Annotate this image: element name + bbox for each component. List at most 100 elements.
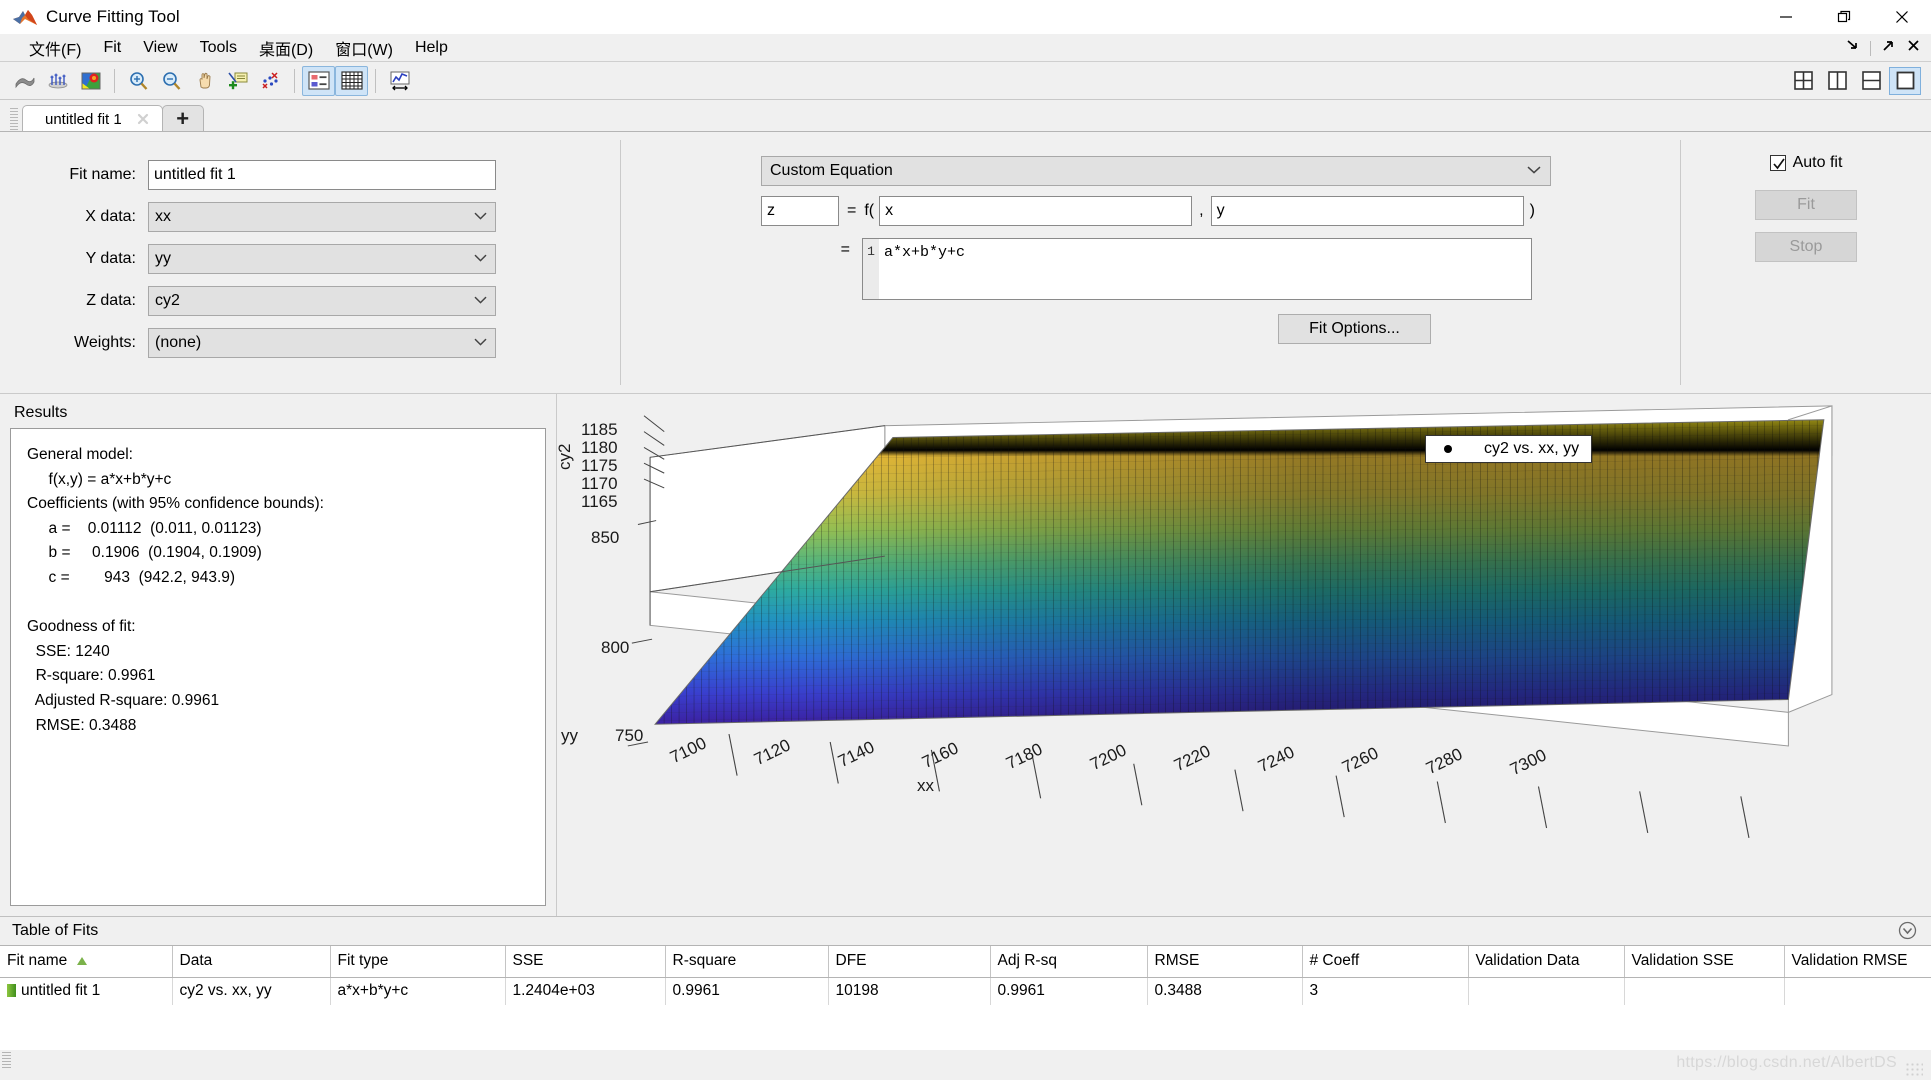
residuals-plot-icon[interactable] (41, 66, 74, 96)
data-cursor-icon[interactable] (221, 66, 254, 96)
z-data-select[interactable]: cy2 (148, 286, 496, 316)
col-data[interactable]: Data (172, 946, 331, 978)
contour-plot-icon[interactable] (74, 66, 107, 96)
x-data-value: xx (155, 208, 171, 225)
cell-rmse: 0.3488 (1147, 977, 1303, 1005)
plot-legend[interactable]: cy2 vs. xx, yy (1425, 435, 1593, 463)
restore-button[interactable] (1815, 0, 1873, 34)
menu-view-label: View (143, 38, 178, 56)
stop-button[interactable]: Stop (1755, 232, 1857, 262)
menu-help[interactable]: Help (404, 37, 459, 59)
equation-line-number: 1 (863, 239, 879, 299)
table-of-fits-table-wrap[interactable]: Fit name Data Fit type SSE R-square DFE … (0, 945, 1931, 1050)
table-row[interactable]: untitled fit 1 cy2 vs. xx, yy a*x+b*y+c … (0, 977, 1931, 1005)
chevron-down-icon (474, 249, 487, 267)
add-fit-tab-button[interactable]: + (161, 105, 204, 132)
weights-label: Weights: (74, 334, 136, 351)
plot-canvas[interactable]: cy2 1185 1180 1175 1170 1165 yy 850 800 … (555, 398, 1925, 912)
equation-x-input[interactable]: x (879, 196, 1193, 226)
auto-fit-row[interactable]: Auto fit (1769, 154, 1843, 172)
grid-icon[interactable] (335, 65, 368, 96)
resize-grip-icon[interactable] (1905, 1062, 1923, 1078)
y-tick-800: 800 (601, 638, 630, 657)
surface-plot-panel[interactable]: cy2 1185 1180 1175 1170 1165 yy 850 800 … (555, 394, 1931, 916)
col-dfe[interactable]: DFE (828, 946, 991, 978)
menu-help-label: Help (414, 38, 448, 56)
cell-sse: 1.2404e+03 (505, 977, 666, 1005)
layout-quad-icon[interactable] (1787, 67, 1819, 95)
cell-validation-sse (1624, 977, 1785, 1005)
menu-desktop[interactable]: 桌面(D) (248, 34, 324, 62)
tab-untitled-fit-1[interactable]: untitled fit 1 (22, 105, 163, 132)
fit-options-button[interactable]: Fit Options... (1278, 314, 1431, 344)
undock-icon[interactable] (1845, 38, 1860, 58)
col-fit-name[interactable]: Fit name (0, 946, 173, 978)
y-data-row: Y data: yy (56, 244, 620, 274)
col-adj-r-sq[interactable]: Adj R-sq (990, 946, 1148, 978)
results-panel: Results General model: f(x,y) = a*x+b*y+… (0, 394, 556, 916)
menu-fit-label: Fit (103, 38, 122, 56)
chevron-down-icon (474, 207, 487, 225)
pan-icon[interactable] (188, 66, 221, 96)
fit-type-select[interactable]: Custom Equation (761, 156, 1551, 186)
close-panel-icon[interactable] (1906, 38, 1921, 58)
cell-r-square: 0.9961 (665, 977, 829, 1005)
fit-name-label: Fit name: (69, 166, 136, 183)
exclude-outliers-icon[interactable] (254, 66, 287, 96)
equation-body-equals: = (840, 241, 850, 258)
auto-fit-checkbox[interactable] (1769, 155, 1786, 171)
auto-fit-label: Auto fit (1792, 154, 1843, 171)
menu-window[interactable]: 窗口(W) (324, 34, 404, 62)
fit-button[interactable]: Fit (1755, 190, 1857, 220)
layout-vertical-split-icon[interactable] (1821, 67, 1853, 95)
surface-plot-icon[interactable] (8, 66, 41, 96)
cell-num-coeff: 3 (1302, 977, 1469, 1005)
z-tick-1165: 1165 (581, 492, 618, 511)
fit-color-swatch (7, 984, 16, 998)
col-validation-sse[interactable]: Validation SSE (1624, 946, 1785, 978)
minimize-button[interactable] (1757, 0, 1815, 34)
fit-name-input[interactable]: untitled fit 1 (148, 160, 496, 190)
zoom-in-icon[interactable] (122, 66, 155, 96)
y-tick-750: 750 (615, 726, 644, 745)
fit-name-row: Fit name: untitled fit 1 (56, 160, 620, 190)
col-fit-type[interactable]: Fit type (330, 946, 506, 978)
col-rmse[interactable]: RMSE (1147, 946, 1303, 978)
collapse-panel-icon[interactable] (1898, 921, 1917, 945)
z-data-label: Z data: (86, 292, 136, 309)
col-num-coeff[interactable]: # Coeff (1302, 946, 1469, 978)
toolbar-separator-3 (375, 68, 376, 93)
axes-limits-icon[interactable] (383, 66, 416, 96)
menu-view[interactable]: View (132, 37, 188, 59)
zoom-out-icon[interactable] (155, 66, 188, 96)
col-r-square[interactable]: R-square (665, 946, 829, 978)
maximize-panel-icon[interactable] (1881, 38, 1896, 58)
close-button[interactable] (1873, 0, 1931, 34)
col-sse[interactable]: SSE (505, 946, 666, 978)
col-validation-rmse[interactable]: Validation RMSE (1784, 946, 1931, 978)
weights-select[interactable]: (none) (148, 328, 496, 358)
equation-body-editor[interactable]: 1 a*x+b*y+c (862, 238, 1532, 300)
cell-validation-rmse (1784, 977, 1931, 1005)
menu-file[interactable]: 文件(F) (18, 34, 92, 62)
z-data-value: cy2 (155, 292, 180, 309)
tab-strip-grip[interactable] (10, 108, 18, 130)
x-data-select[interactable]: xx (148, 202, 496, 232)
legend-icon[interactable] (302, 65, 335, 96)
equation-y-input[interactable]: y (1210, 196, 1524, 226)
equation-z-input[interactable]: z (761, 196, 839, 226)
y-tick-850: 850 (591, 528, 620, 547)
y-data-select[interactable]: yy (148, 244, 496, 274)
z-axis-label: cy2 (555, 443, 574, 470)
equation-body-row: = 1 a*x+b*y+c (761, 238, 1680, 300)
tab-close-icon[interactable] (136, 112, 150, 126)
layout-single-icon[interactable] (1889, 66, 1921, 95)
equation-editor-area: Custom Equation z = f( x , y ) = 1 a*x+b… (621, 132, 1680, 393)
table-of-fits-header: Table of Fits (0, 917, 1931, 945)
menu-tools[interactable]: Tools (189, 37, 248, 59)
menu-fit[interactable]: Fit (92, 37, 132, 59)
curve-fitting-tool-window: Curve Fitting Tool 文件(F) Fit View Tools … (0, 0, 1931, 1080)
layout-horizontal-split-icon[interactable] (1855, 67, 1887, 95)
col-validation-data[interactable]: Validation Data (1468, 946, 1625, 978)
toolbar-separator-2 (294, 68, 295, 93)
